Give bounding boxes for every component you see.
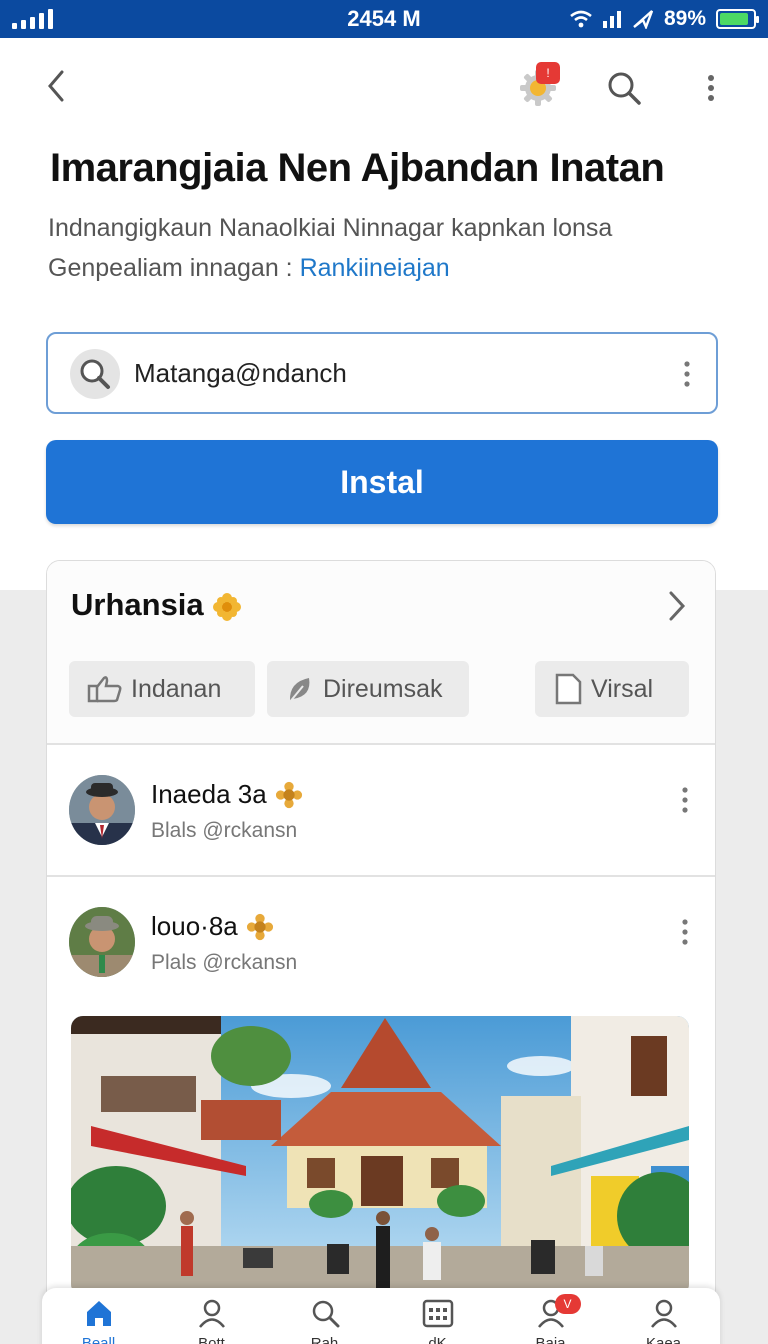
cell-signal-icon bbox=[12, 9, 53, 29]
feed-card: Urhansia Indanan Direumsak Virsal Inaeda… bbox=[46, 560, 716, 1344]
list-item[interactable]: Inaeda 3a Blals @rckansn bbox=[47, 745, 715, 875]
profile-icon bbox=[198, 1299, 225, 1328]
bottom-nav: Beall Bott Rah dK V Baia Kaea bbox=[42, 1288, 720, 1344]
post-photo[interactable] bbox=[71, 1016, 689, 1296]
magnifier-icon bbox=[80, 359, 110, 389]
chevron-right-icon[interactable] bbox=[667, 589, 687, 623]
nav-label: Kaea bbox=[645, 1335, 682, 1344]
nav-label: Bott bbox=[198, 1335, 225, 1344]
more-vert-icon[interactable] bbox=[700, 70, 722, 106]
chip-indanan[interactable]: Indanan bbox=[69, 661, 255, 717]
nav-label: Rah bbox=[310, 1335, 339, 1344]
page-title: Imarangjaia Nen Ajbandan Inatan bbox=[50, 146, 665, 190]
search-icon[interactable] bbox=[604, 68, 644, 108]
thumbs-up-icon bbox=[87, 676, 122, 703]
battery-percent: 89% bbox=[663, 7, 706, 30]
back-arrow-icon[interactable] bbox=[40, 66, 74, 106]
leaf-icon bbox=[288, 678, 310, 704]
avatar bbox=[69, 907, 135, 977]
list-item[interactable]: louo·8a Plals @rckansn bbox=[47, 877, 715, 1007]
page-subtitle: Indnangigkaun Nanaolkiai Ninnagar kapnka… bbox=[48, 208, 728, 288]
user-handle: Plals @rckansn bbox=[151, 951, 298, 974]
subtitle-link[interactable]: Rankiineiajan bbox=[300, 254, 450, 282]
user-name-wrap: Inaeda 3a bbox=[151, 779, 303, 810]
flower-badge-icon bbox=[275, 781, 302, 808]
notification-button[interactable]: ! bbox=[516, 62, 560, 110]
card-title-wrap[interactable]: Urhansia bbox=[71, 587, 242, 623]
chip-label: Virsal bbox=[591, 674, 654, 703]
flower-badge-icon bbox=[246, 913, 273, 940]
home-icon bbox=[86, 1301, 111, 1326]
nav-badge: V bbox=[554, 1294, 581, 1314]
nav-label: Beall bbox=[81, 1335, 116, 1344]
header-section: ! Imarangjaia Nen Ajbandan Inatan Indnan… bbox=[0, 38, 768, 590]
location-arrow-icon bbox=[633, 10, 654, 29]
user-name-wrap: louo·8a bbox=[151, 911, 274, 942]
nav-home[interactable]: Beall bbox=[59, 1298, 139, 1344]
flower-icon bbox=[213, 592, 242, 621]
battery-icon bbox=[716, 9, 759, 29]
search-more-icon[interactable] bbox=[680, 356, 694, 392]
nav-calendar[interactable]: dK bbox=[398, 1298, 478, 1344]
search-value: Matanga@ndanch bbox=[134, 358, 347, 388]
install-button[interactable]: Instal bbox=[46, 440, 718, 524]
search-icon bbox=[312, 1300, 339, 1328]
chip-label: Direumsak bbox=[323, 674, 443, 703]
nav-chat[interactable]: V Baia bbox=[511, 1294, 591, 1344]
nav-search[interactable]: Rah bbox=[285, 1298, 365, 1344]
user-name: Inaeda 3a bbox=[151, 779, 267, 809]
card-header: Urhansia Indanan Direumsak Virsal bbox=[47, 561, 715, 743]
user-handle: Blals @rckansn bbox=[151, 819, 298, 842]
chip-virsal[interactable]: Virsal bbox=[535, 661, 689, 717]
chip-label: Indanan bbox=[131, 674, 222, 703]
wifi-icon bbox=[570, 10, 592, 28]
more-vert-icon[interactable] bbox=[679, 917, 691, 947]
nav-label: Baia bbox=[535, 1335, 566, 1344]
signal-bars-icon bbox=[602, 11, 621, 28]
nav-label: dK bbox=[428, 1335, 447, 1344]
chip-direumsak[interactable]: Direumsak bbox=[267, 661, 469, 717]
user-name: louo·8a bbox=[151, 911, 238, 941]
more-vert-icon[interactable] bbox=[679, 785, 691, 815]
calendar-icon bbox=[422, 1299, 453, 1328]
app-bar: ! bbox=[0, 38, 768, 138]
document-icon bbox=[555, 673, 582, 705]
nav-user[interactable]: Kaea bbox=[624, 1298, 704, 1344]
search-input[interactable]: Matanga@ndanch bbox=[46, 332, 718, 414]
nav-profile[interactable]: Bott bbox=[172, 1298, 252, 1344]
avatar bbox=[69, 775, 135, 845]
card-title: Urhansia bbox=[71, 587, 204, 622]
status-bar: 2454 M 89% bbox=[0, 0, 768, 38]
search-icon-badge bbox=[70, 349, 120, 399]
user-icon bbox=[650, 1299, 677, 1328]
subtitle-line-2: Genpealiam innagan : bbox=[48, 254, 293, 282]
subtitle-line-1: Indnangigkaun Nanaolkiai Ninnagar kapnka… bbox=[48, 214, 613, 242]
notification-badge: ! bbox=[536, 62, 560, 84]
